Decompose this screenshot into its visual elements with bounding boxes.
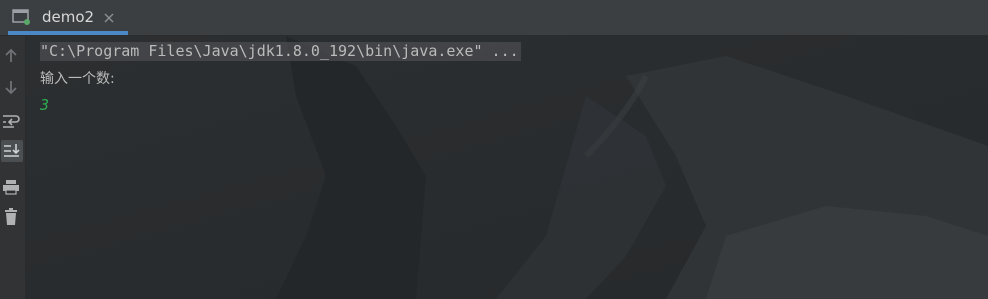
console-output[interactable]: "C:\Program Files\Java\jdk1.8.0_192\bin\… [26,36,988,299]
down-arrow-button[interactable] [0,76,22,98]
user-input: 3 [40,96,50,114]
tab-active-indicator [8,31,128,35]
print-button[interactable] [0,176,22,198]
soft-wrap-icon [3,115,20,128]
background-image [26,36,988,299]
print-icon [3,180,19,195]
scroll-to-end-button[interactable] [1,140,23,162]
close-icon[interactable] [103,12,115,24]
console-toolbar [0,36,26,299]
trash-icon [5,208,17,225]
down-arrow-icon [5,81,17,95]
program-output: 输入一个数: [40,71,115,87]
soft-wrap-button[interactable] [0,110,22,132]
run-console-icon [12,9,30,25]
clear-all-button[interactable] [0,206,22,228]
up-arrow-icon [5,48,17,62]
command-line: "C:\Program Files\Java\jdk1.8.0_192\bin\… [40,42,521,61]
tool-window-tabbar: demo2 [0,0,988,36]
up-arrow-button[interactable] [0,45,22,67]
scroll-to-end-icon [4,144,20,157]
tab-label[interactable]: demo2 [42,9,94,25]
